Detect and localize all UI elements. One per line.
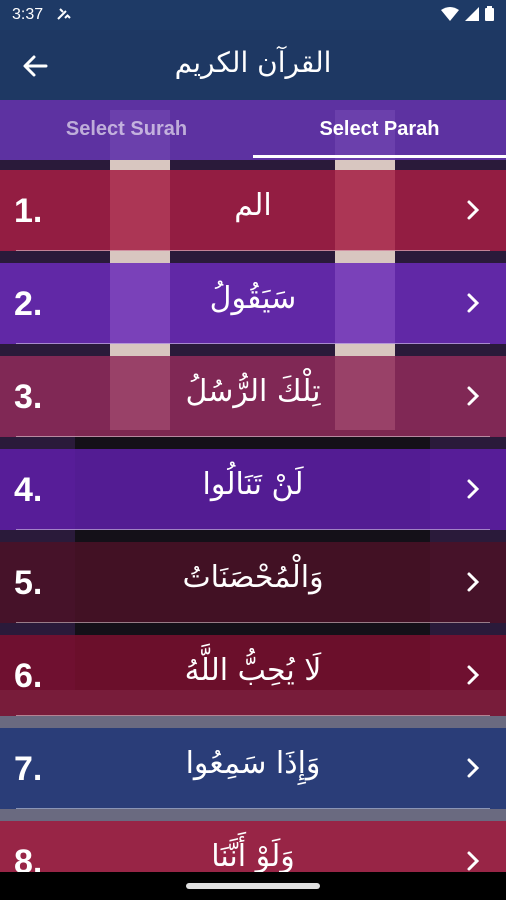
battery-icon [485,6,494,21]
chevron-right-icon [467,479,480,499]
system-navigation-bar [0,872,506,900]
chevron-right-icon [467,665,480,685]
page-title: القرآن الكريم [174,46,332,79]
parah-row-3[interactable]: 3. تِلْكَ الرُّسُلُ [0,356,506,437]
parah-row-4[interactable]: 4. لَنْ تَنَالُوا [0,449,506,530]
row-divider [16,343,490,344]
row-divider [16,250,490,251]
parah-row-1[interactable]: 1. الم [0,170,506,251]
parah-name: تِلْكَ الرُّسُلُ [185,374,321,409]
tab-bar: Select Surah Select Parah [0,100,506,160]
row-divider [16,622,490,623]
parah-name: وَلَوْ أَنَّنَا [211,839,295,874]
parah-name: لَا يُحِبُّ اللَّهُ [184,653,322,688]
parah-number: 7. [14,750,43,788]
parah-number: 3. [14,378,43,416]
chevron-right-icon [467,200,480,220]
row-divider [16,529,490,530]
row-divider [16,436,490,437]
tab-select-parah[interactable]: Select Parah [253,100,506,160]
status-time: 3:37 [12,6,44,23]
parah-row-7[interactable]: 7. وَإِذَا سَمِعُوا [0,728,506,809]
parah-number: 4. [14,471,43,509]
parah-name: وَإِذَا سَمِعُوا [185,746,321,781]
parah-number: 6. [14,657,43,695]
tools-icon [57,8,71,20]
parah-number: 2. [14,285,43,323]
chevron-right-icon [467,758,480,778]
parah-name: الم [234,188,272,223]
wifi-icon [441,6,459,21]
tab-select-surah[interactable]: Select Surah [0,100,253,160]
chevron-right-icon [467,386,480,406]
parah-number: 5. [14,564,43,602]
parah-name: سَيَقُولُ [209,281,297,316]
app-screen: 3:37 القرآن الكريم Select Surah Select P… [0,0,506,900]
parah-number: 1. [14,192,43,230]
parah-row-5[interactable]: 5. وَالْمُحْصَنَاتُ [0,542,506,623]
row-divider [16,715,490,716]
home-gesture-handle[interactable] [186,883,320,889]
status-icons [441,6,494,21]
parah-row-2[interactable]: 2. سَيَقُولُ [0,263,506,344]
parah-name: لَنْ تَنَالُوا [202,467,304,502]
app-bar: القرآن الكريم [0,30,506,100]
signal-icon [465,6,479,21]
parah-name: وَالْمُحْصَنَاتُ [182,560,324,595]
chevron-right-icon [467,851,480,871]
row-divider [16,808,490,809]
chevron-right-icon [467,293,480,313]
chevron-right-icon [467,572,480,592]
status-bar: 3:37 [0,0,506,30]
parah-row-6[interactable]: 6. لَا يُحِبُّ اللَّهُ [0,635,506,716]
